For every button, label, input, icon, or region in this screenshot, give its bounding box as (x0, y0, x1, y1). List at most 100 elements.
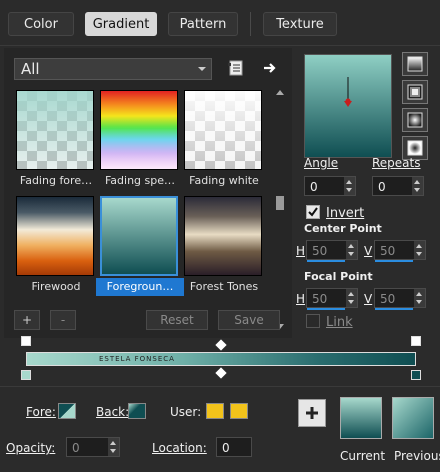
gradient-bar[interactable]: ESTELA FONSECA (26, 352, 416, 366)
scrollbar-thumb[interactable] (276, 196, 284, 210)
opacity-stop-left[interactable] (21, 336, 31, 346)
linear-style-button[interactable] (402, 52, 428, 76)
focal-v-level (375, 308, 413, 310)
repeats-stepper[interactable] (412, 177, 423, 195)
user-swatch-2[interactable] (230, 403, 248, 419)
preset-label: Foregroun… (96, 278, 184, 296)
gradient-editor: ESTELA FONSECA (0, 336, 440, 386)
focal-h-level (307, 308, 345, 310)
angle-input[interactable]: 0 (304, 176, 356, 196)
focal-v-input[interactable]: 50 (374, 288, 426, 310)
radial-gradient-icon (407, 112, 423, 128)
location-label: Location: (152, 441, 207, 455)
preset-thumbnail (100, 196, 178, 276)
focal-h-stepper[interactable] (346, 289, 357, 307)
center-h-level (307, 260, 345, 262)
opacity-input[interactable]: 0 (66, 437, 120, 457)
tab-texture[interactable]: Texture (263, 12, 337, 36)
opacity-stop-right[interactable] (411, 336, 421, 346)
preset-label: Fading fore… (19, 174, 93, 187)
preset-thumbnail (16, 90, 94, 170)
gradient-settings-panel: Angle Repeats 0 0 Invert Center Point H … (296, 48, 440, 338)
center-h-label: H (296, 244, 306, 258)
preset-tile[interactable]: Firewood (12, 192, 94, 298)
back-swatch[interactable] (128, 403, 146, 419)
link-checkbox[interactable] (306, 314, 320, 328)
stop-properties-panel: Fore: Back: User: Opacity: 0 Location: 0… (0, 386, 440, 472)
repeats-label: Repeats (372, 156, 421, 170)
focal-v-label: V (364, 292, 373, 306)
opacity-midpoint[interactable] (215, 339, 227, 351)
tab-gradient[interactable]: Gradient (85, 12, 157, 36)
save-preset-button[interactable]: Save (218, 310, 280, 330)
preset-thumbnail (100, 90, 178, 170)
gradient-bar-text: ESTELA FONSECA (99, 355, 175, 363)
preset-label: Fading spe… (104, 174, 176, 187)
angle-stepper[interactable] (344, 177, 355, 195)
document-list-icon (228, 60, 243, 76)
center-h-input[interactable]: 50 (306, 240, 358, 262)
link-label: Link (326, 315, 353, 330)
repeats-input[interactable]: 0 (372, 176, 424, 196)
preset-label: Forest Tones (189, 280, 259, 293)
add-swatch-button[interactable] (298, 399, 326, 427)
previous-swatch[interactable] (392, 397, 434, 439)
user-label: User: (170, 405, 202, 419)
color-midpoint[interactable] (215, 367, 227, 379)
preset-tile[interactable]: Fading fore… (12, 86, 94, 192)
preset-label: Firewood (31, 280, 81, 293)
preset-thumbnail (184, 196, 262, 276)
focal-point-label: Focal Point (304, 270, 373, 283)
center-v-input[interactable]: 50 (374, 240, 426, 262)
preset-category-value: All (21, 60, 40, 78)
preset-thumbnail (184, 90, 262, 170)
chevron-down-icon (198, 67, 206, 71)
preset-tile[interactable]: Fading white (180, 86, 262, 192)
preset-tile[interactable]: Forest Tones (180, 192, 262, 298)
preset-grid: Fading fore… Fading spe… Fading white Fi… (12, 86, 274, 334)
preset-scrollbar[interactable] (274, 86, 286, 334)
preset-tile[interactable]: Fading spe… (96, 86, 178, 192)
linear-gradient-icon (407, 56, 423, 72)
plus-icon (306, 407, 318, 419)
center-v-stepper[interactable] (414, 241, 425, 259)
color-stop-right[interactable] (411, 370, 421, 380)
angle-handle-icon[interactable] (305, 55, 393, 159)
remove-preset-button[interactable]: - (50, 310, 76, 330)
focal-h-label: H (296, 292, 306, 306)
preset-action-button[interactable] (260, 58, 280, 78)
rectangular-style-button[interactable] (402, 80, 428, 104)
fore-swatch[interactable] (58, 403, 76, 419)
preset-tile[interactable]: Foregroun… (96, 192, 184, 298)
rectangular-gradient-icon (407, 84, 423, 100)
tab-color[interactable]: Color (8, 12, 74, 36)
location-input[interactable]: 0 (216, 437, 252, 457)
reset-preset-button[interactable]: Reset (146, 310, 208, 330)
center-v-label: V (364, 244, 373, 258)
invert-checkbox[interactable] (306, 205, 320, 219)
opacity-label: Opacity: (6, 441, 56, 455)
previous-label: Previous (394, 449, 440, 463)
current-swatch[interactable] (340, 397, 382, 439)
angle-label: Angle (304, 156, 339, 170)
color-stop-left[interactable] (21, 370, 31, 380)
preset-thumbnail (16, 196, 94, 276)
checkmark-icon (308, 207, 318, 217)
focal-h-input[interactable]: 50 (306, 288, 358, 310)
center-point-label: Center Point (304, 222, 382, 235)
center-v-level (375, 260, 413, 262)
sunburst-style-button[interactable] (402, 108, 428, 132)
tab-bar: Color Gradient Pattern Texture (0, 0, 440, 46)
add-preset-button[interactable]: + (14, 310, 40, 330)
invert-label: Invert (326, 206, 365, 221)
gradient-preview[interactable] (304, 54, 392, 158)
center-h-stepper[interactable] (346, 241, 357, 259)
scroll-up-icon[interactable] (276, 90, 284, 95)
opacity-stepper[interactable] (108, 438, 119, 456)
tab-pattern[interactable]: Pattern (168, 12, 238, 36)
back-label: Back: (96, 405, 130, 419)
preset-menu-button[interactable] (226, 58, 246, 78)
focal-v-stepper[interactable] (414, 289, 425, 307)
preset-category-select[interactable]: All (14, 58, 212, 80)
user-swatch-1[interactable] (206, 403, 224, 419)
